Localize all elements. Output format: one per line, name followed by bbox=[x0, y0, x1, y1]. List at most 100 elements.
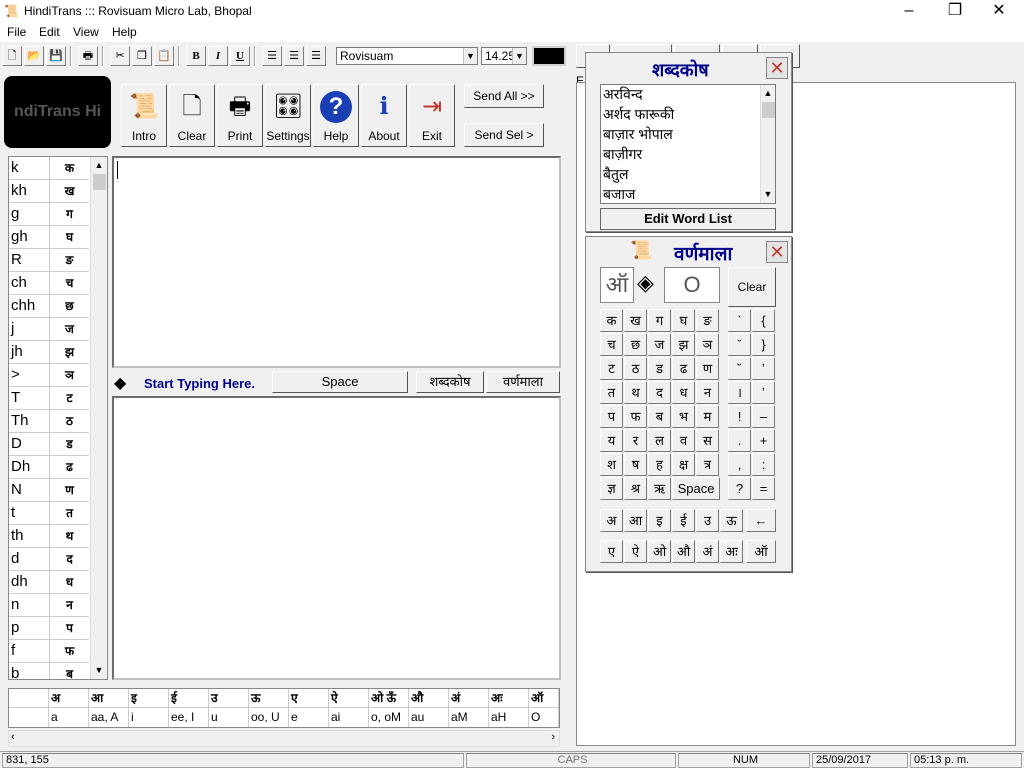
vowel-key[interactable]: अं bbox=[696, 540, 719, 563]
varnamala-clear-button[interactable]: Clear bbox=[728, 267, 776, 307]
underline-button[interactable]: U bbox=[230, 46, 250, 66]
consonant-key[interactable]: य bbox=[600, 429, 623, 452]
vowel-key[interactable]: आ bbox=[624, 509, 647, 532]
dictionary-close-button[interactable]: ✕ bbox=[766, 57, 788, 79]
menu-edit[interactable]: Edit bbox=[39, 25, 60, 39]
scroll-down-icon[interactable]: ▼ bbox=[761, 186, 775, 203]
font-size-select[interactable]: 14.25 ▼ bbox=[481, 47, 527, 65]
sign-key[interactable]: = bbox=[752, 477, 775, 500]
consonant-key[interactable]: घ bbox=[672, 309, 695, 332]
tab-shabdkosh[interactable]: शब्दकोष bbox=[416, 371, 484, 393]
consonant-key[interactable]: ध bbox=[672, 381, 695, 404]
dictionary-word[interactable]: अर्शद फारूकी bbox=[603, 105, 674, 124]
maximize-button[interactable]: ❐ bbox=[932, 0, 978, 24]
vowel-key[interactable]: ऊ bbox=[720, 509, 743, 532]
new-file-icon[interactable]: 🗋 bbox=[2, 46, 22, 66]
vowel-key[interactable]: औ bbox=[672, 540, 695, 563]
send-selection-button[interactable]: Send Sel > bbox=[464, 123, 544, 147]
dictionary-word[interactable]: अरविन्द bbox=[603, 85, 643, 104]
align-right-icon[interactable]: ☰ bbox=[306, 46, 326, 66]
consonant-key[interactable]: थ bbox=[624, 381, 647, 404]
consonant-key[interactable]: क्ष bbox=[672, 453, 695, 476]
consonant-key[interactable]: ष bbox=[624, 453, 647, 476]
dictionary-scrollbar[interactable]: ▲ ▼ bbox=[760, 85, 775, 203]
menu-view[interactable]: View bbox=[73, 25, 99, 39]
consonant-key[interactable]: ज bbox=[648, 333, 671, 356]
consonant-key[interactable]: ठ bbox=[624, 357, 647, 380]
sign-key[interactable]: ! bbox=[728, 405, 751, 428]
output-text-area[interactable] bbox=[112, 156, 561, 368]
exit-button[interactable]: ⇥ Exit bbox=[409, 84, 455, 147]
sign-key[interactable]: – bbox=[752, 405, 775, 428]
consonant-key[interactable]: फ bbox=[624, 405, 647, 428]
consonant-key[interactable]: ह bbox=[648, 453, 671, 476]
bold-button[interactable]: B bbox=[186, 46, 206, 66]
help-button[interactable]: ? Help bbox=[313, 84, 359, 147]
consonant-key[interactable]: ण bbox=[696, 357, 719, 380]
menu-file[interactable]: File bbox=[7, 25, 26, 39]
print-icon[interactable]: 🖶 bbox=[78, 46, 98, 66]
consonant-key[interactable]: द bbox=[648, 381, 671, 404]
consonant-key[interactable]: त्र bbox=[696, 453, 719, 476]
consonant-key[interactable]: छ bbox=[624, 333, 647, 356]
consonant-key[interactable]: प bbox=[600, 405, 623, 428]
input-text-area[interactable] bbox=[112, 396, 561, 680]
edit-word-list-button[interactable]: Edit Word List bbox=[600, 208, 776, 230]
consonant-key[interactable]: म bbox=[696, 405, 719, 428]
sign-key[interactable]: ˘ bbox=[728, 357, 751, 380]
vowel-key[interactable]: ए bbox=[600, 540, 623, 563]
paste-icon[interactable]: 📋 bbox=[154, 46, 174, 66]
sign-key[interactable]: . bbox=[728, 429, 751, 452]
consonant-key[interactable]: ऋ bbox=[648, 477, 671, 500]
varnamala-space-button[interactable]: Space bbox=[672, 477, 720, 500]
vowel-key[interactable]: ई bbox=[672, 509, 695, 532]
copy-icon[interactable]: ❐ bbox=[132, 46, 152, 66]
italic-button[interactable]: I bbox=[208, 46, 228, 66]
consonant-key[interactable]: ख bbox=[624, 309, 647, 332]
align-center-icon[interactable]: ☰ bbox=[284, 46, 304, 66]
consonant-key[interactable]: च bbox=[600, 333, 623, 356]
consonant-key[interactable]: भ bbox=[672, 405, 695, 428]
dictionary-word[interactable]: बजाज bbox=[603, 185, 635, 203]
font-name-select[interactable]: Rovisuam ▼ bbox=[336, 47, 478, 65]
scroll-thumb[interactable] bbox=[93, 174, 106, 190]
varnamala-close-button[interactable]: ✕ bbox=[766, 241, 788, 263]
print-button[interactable]: 🖶 Print bbox=[217, 84, 263, 147]
vowel-key[interactable]: उ bbox=[696, 509, 719, 532]
vowel-key[interactable]: अः bbox=[720, 540, 743, 563]
consonant-key[interactable]: श bbox=[600, 453, 623, 476]
consonant-key[interactable]: क bbox=[600, 309, 623, 332]
sign-key[interactable]: ? bbox=[728, 477, 751, 500]
scroll-up-icon[interactable]: ▲ bbox=[91, 157, 107, 174]
consonant-key[interactable]: ज्ञ bbox=[600, 477, 623, 500]
dictionary-word[interactable]: बैतुल bbox=[603, 165, 628, 184]
sign-key[interactable]: ʼ bbox=[752, 381, 775, 404]
sign-key[interactable]: : bbox=[752, 453, 775, 476]
dictionary-word-list[interactable]: अरविन्द अर्शद फारूकी बाज़ार भोपाल बाज़ीगर बै… bbox=[600, 84, 776, 204]
consonant-key[interactable]: श्र bbox=[624, 477, 647, 500]
vowel-key[interactable]: ऐ bbox=[624, 540, 647, 563]
consonant-key[interactable]: ग bbox=[648, 309, 671, 332]
sign-key[interactable]: । bbox=[728, 381, 751, 404]
horizontal-scrollbar[interactable]: ‹ › bbox=[8, 730, 560, 747]
align-left-icon[interactable]: ☰ bbox=[262, 46, 282, 66]
scroll-down-icon[interactable]: ▼ bbox=[91, 662, 107, 679]
sign-key[interactable]: + bbox=[752, 429, 775, 452]
clear-button[interactable]: 🗋 Clear bbox=[169, 84, 215, 147]
minimize-button[interactable]: – bbox=[886, 0, 932, 24]
vowel-key[interactable]: ऑ bbox=[746, 540, 776, 563]
intro-button[interactable]: 📜 Intro bbox=[121, 84, 167, 147]
key-map-scrollbar[interactable]: ▲ ▼ bbox=[90, 157, 107, 679]
consonant-key[interactable]: त bbox=[600, 381, 623, 404]
settings-button[interactable]: 🎛 Settings bbox=[265, 84, 311, 147]
about-button[interactable]: ℹ About bbox=[361, 84, 407, 147]
send-all-button[interactable]: Send All >> bbox=[464, 84, 544, 108]
scroll-left-icon[interactable]: ‹ bbox=[11, 731, 15, 743]
vowel-key[interactable]: इ bbox=[648, 509, 671, 532]
scroll-right-icon[interactable]: › bbox=[551, 731, 555, 743]
sign-key[interactable]: } bbox=[752, 333, 775, 356]
consonant-key[interactable]: ढ bbox=[672, 357, 695, 380]
sign-key[interactable]: ʼ bbox=[752, 357, 775, 380]
consonant-key[interactable]: र bbox=[624, 429, 647, 452]
save-icon[interactable]: 💾 bbox=[46, 46, 66, 66]
